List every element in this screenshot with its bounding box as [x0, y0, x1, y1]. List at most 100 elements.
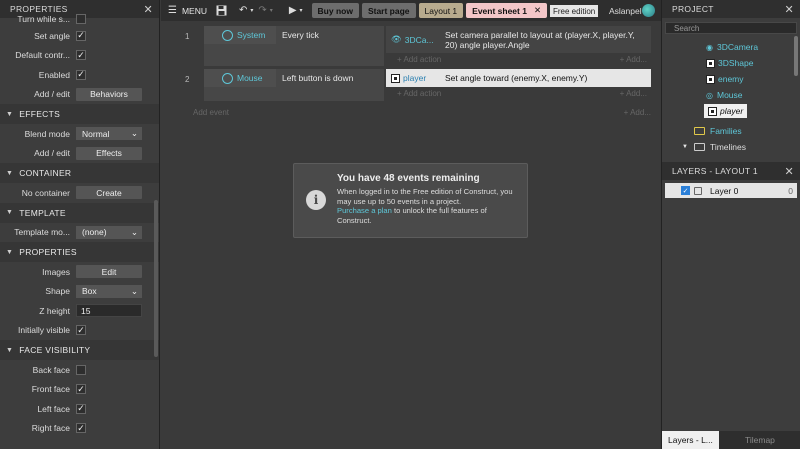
effects-button[interactable]: Effects — [76, 146, 142, 160]
prop-checkbox[interactable]: ✓ — [76, 30, 86, 41]
select-value: Box — [82, 286, 97, 297]
prop-row: Set angle ✓ — [0, 26, 159, 46]
purchase-plan-link[interactable]: Purchase a plan — [337, 206, 392, 215]
add-event-row[interactable]: Add event + Add... — [193, 108, 651, 117]
add-more-link[interactable]: + Add... — [624, 108, 651, 117]
menu-button[interactable]: MENU — [182, 6, 207, 16]
behaviors-button[interactable]: Behaviors — [76, 87, 142, 101]
template-mode-select[interactable]: (none) ⌄ — [76, 225, 142, 239]
back-face-checkbox[interactable] — [76, 364, 86, 375]
undo-icon[interactable]: ↶ — [239, 5, 247, 16]
add-action-link[interactable]: + Add action — [397, 89, 441, 98]
prop-checkbox[interactable]: ✓ — [76, 50, 86, 61]
chevron-down-icon: ⌄ — [130, 285, 138, 296]
menu-icon[interactable]: ☰ — [168, 5, 177, 16]
tab-start-page[interactable]: Start page — [361, 3, 416, 18]
project-search-input[interactable]: Search — [665, 22, 797, 34]
front-face-checkbox[interactable]: ✓ — [76, 384, 86, 395]
undo-dropdown-icon[interactable]: ▾ — [250, 7, 253, 14]
event-block[interactable]: Mouse Left button is down — [204, 69, 384, 101]
section-effects[interactable]: ▼ EFFECTS — [0, 104, 159, 124]
right-face-checkbox[interactable]: ✓ — [76, 423, 86, 434]
action-object[interactable]: 👁 3DCa... — [386, 34, 441, 45]
action-text[interactable]: Set angle toward (enemy.X, enemy.Y) — [441, 71, 651, 85]
avatar[interactable] — [642, 4, 655, 17]
condition-text[interactable]: Every tick — [276, 30, 384, 40]
username[interactable]: Aslanpel — [609, 6, 642, 16]
tree-item-label: Families — [710, 126, 742, 136]
prop-row: Default contr... ✓ — [0, 46, 159, 66]
add-more-link[interactable]: + Add... — [620, 89, 647, 98]
prop-label: Z height — [39, 305, 70, 316]
tree-item-label: player — [720, 106, 744, 116]
tab-event-sheet-1[interactable]: Event sheet 1 ✕ — [466, 3, 548, 18]
prop-checkbox[interactable] — [76, 14, 86, 24]
project-scrollbar[interactable] — [794, 36, 798, 76]
condition-row[interactable]: System Every tick — [204, 26, 384, 44]
action-object[interactable]: player — [386, 73, 441, 83]
tab-tilemap[interactable]: Tilemap — [719, 431, 800, 449]
section-title: FACE VISIBILITY — [19, 345, 91, 355]
tab-layout-1[interactable]: Layout 1 — [418, 3, 464, 18]
prop-checkbox[interactable]: ✓ — [76, 69, 86, 80]
section-properties[interactable]: ▼ PROPERTIES — [0, 242, 159, 262]
event-block[interactable]: System Every tick — [204, 26, 384, 66]
play-icon[interactable]: ▶ — [289, 5, 297, 16]
tree-item-timelines[interactable]: ▼ Timelines — [682, 142, 746, 152]
layer-visible-checkbox[interactable]: ✓ — [681, 186, 690, 195]
condition-object[interactable]: Mouse — [204, 69, 276, 87]
section-face-visibility[interactable]: ▼ FACE VISIBILITY — [0, 340, 159, 360]
condition-object[interactable]: System — [204, 26, 276, 44]
add-action-row[interactable]: + Add action + Add... — [385, 87, 651, 99]
z-height-input[interactable]: 15 — [76, 304, 142, 318]
redo-icon[interactable]: ↷ — [258, 5, 266, 16]
action-row[interactable]: 👁 3DCa... Set camera parallel to layout … — [385, 26, 651, 53]
add-action-row[interactable]: + Add action + Add... — [385, 53, 651, 65]
properties-scrollbar[interactable] — [154, 200, 158, 357]
prop-row: Add / edit Effects — [0, 144, 159, 164]
tree-item-label: Mouse — [716, 90, 743, 100]
edition-badge[interactable]: Free edition — [550, 5, 599, 17]
section-container[interactable]: ▼ CONTAINER — [0, 163, 159, 183]
section-title: TEMPLATE — [19, 207, 66, 218]
tree-item-3dcamera[interactable]: ◉ 3DCamera — [706, 42, 758, 52]
condition-text[interactable]: Left button is down — [276, 73, 384, 83]
condition-row[interactable]: Mouse Left button is down — [204, 69, 384, 87]
lock-icon[interactable] — [694, 186, 702, 195]
tree-item-mouse[interactable]: ◎ Mouse — [706, 90, 743, 100]
prop-label: Initially visible — [18, 325, 70, 336]
create-container-button[interactable]: Create — [76, 186, 142, 200]
prop-label: Add / edit — [34, 89, 70, 100]
tab-buy-now[interactable]: Buy now — [311, 3, 359, 18]
left-face-checkbox[interactable]: ✓ — [76, 403, 86, 414]
section-title: PROPERTIES — [19, 247, 77, 257]
close-icon[interactable]: ✕ — [784, 3, 794, 16]
add-event-link[interactable]: Add event — [193, 108, 229, 117]
close-icon[interactable]: ✕ — [534, 5, 541, 16]
tree-item-3dshape[interactable]: 3DShape — [706, 58, 753, 68]
prop-label: Images — [42, 266, 70, 277]
add-more-link[interactable]: + Add... — [620, 55, 647, 64]
prop-row: No container Create — [0, 183, 159, 203]
section-template[interactable]: ▼ TEMPLATE — [0, 202, 159, 223]
triangle-down-icon: ▼ — [6, 346, 14, 354]
shape-select[interactable]: Box ⌄ — [76, 284, 142, 298]
blend-mode-select[interactable]: Normal ⌄ — [76, 127, 142, 141]
action-text[interactable]: Set camera parallel to layout at (player… — [441, 28, 651, 52]
prop-row: Images Edit — [0, 262, 159, 282]
redo-dropdown-icon[interactable]: ▾ — [270, 7, 273, 14]
edit-images-button[interactable]: Edit — [76, 265, 142, 279]
tab-layers[interactable]: Layers - L... — [662, 431, 719, 449]
action-row-selected[interactable]: player Set angle toward (enemy.X, enemy.… — [385, 69, 651, 87]
initially-visible-checkbox[interactable]: ✓ — [76, 325, 86, 336]
close-icon[interactable]: ✕ — [143, 3, 153, 16]
add-action-link[interactable]: + Add action — [397, 55, 441, 64]
close-icon[interactable]: ✕ — [784, 165, 794, 178]
tree-item-player[interactable]: player — [704, 104, 748, 118]
tree-item-families[interactable]: Families — [694, 126, 742, 136]
play-dropdown-icon[interactable]: ▾ — [300, 7, 303, 14]
save-icon[interactable] — [216, 5, 227, 16]
prop-label: Turn while s... — [17, 14, 70, 24]
layer-row[interactable]: ✓ Layer 0 0 — [665, 183, 797, 198]
tree-item-enemy[interactable]: enemy — [706, 74, 744, 84]
